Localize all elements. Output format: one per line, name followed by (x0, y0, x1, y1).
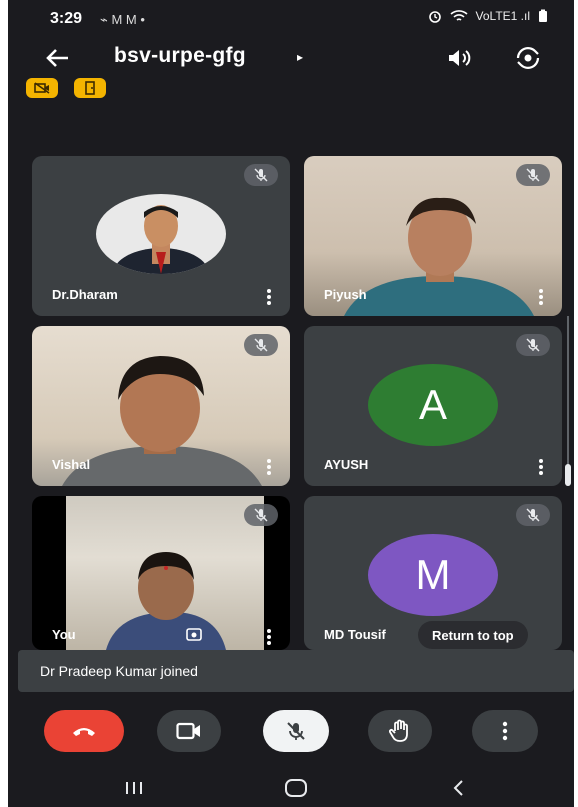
meeting-code[interactable]: bsv-urpe-gfg (114, 44, 246, 68)
recents-button[interactable] (114, 776, 154, 800)
battery-icon (539, 9, 547, 22)
participant-name: You (52, 627, 76, 642)
participant-tile[interactable]: Piyush (304, 156, 562, 316)
avatar-letter: M (415, 551, 451, 598)
participant-more-button[interactable] (266, 458, 272, 475)
mic-off-icon (254, 338, 268, 352)
status-notifications: ⌁ M M • (100, 12, 145, 27)
alarm-icon (428, 11, 441, 23)
participant-tile[interactable]: Dr.Dharam (32, 156, 290, 316)
return-to-top-button[interactable]: Return to top (418, 621, 528, 649)
call-controls (8, 700, 574, 762)
participant-letter-avatar: M (368, 534, 498, 616)
mic-off-icon (254, 508, 268, 522)
recents-icon (126, 782, 142, 794)
wifi-icon (449, 10, 468, 21)
participant-name: Dr.Dharam (52, 287, 118, 302)
participant-more-button[interactable] (538, 288, 544, 305)
camera-off-badge[interactable] (26, 78, 58, 98)
participant-tile[interactable]: Vishal (32, 326, 290, 486)
mic-off-icon (287, 722, 305, 740)
meeting-header: bsv-urpe-gfg ▸ (8, 38, 574, 78)
door-badge-icon (85, 81, 95, 95)
participant-more-button[interactable] (538, 458, 544, 475)
mic-off-badge (244, 504, 278, 526)
grid-scrollbar[interactable] (565, 316, 571, 486)
camera-icon (176, 722, 200, 740)
mic-off-icon (254, 168, 268, 182)
end-call-button[interactable] (44, 710, 124, 752)
mic-off-icon (526, 168, 540, 182)
mic-off-badge (244, 164, 278, 186)
raise-hand-button[interactable] (368, 710, 432, 752)
network-label: VoLTE1 .ıl (475, 9, 530, 23)
speaker-icon (449, 50, 471, 66)
self-video (66, 496, 264, 650)
mic-off-icon (526, 338, 540, 352)
back-nav-button[interactable] (438, 776, 478, 800)
camera-toggle-button[interactable] (157, 710, 221, 752)
camera-off-badge-icon (34, 82, 50, 94)
participant-more-button[interactable] (266, 628, 272, 645)
mic-off-badge (244, 334, 278, 356)
participant-tile[interactable]: You (32, 496, 290, 650)
mic-off-badge (516, 504, 550, 526)
raise-hand-icon (389, 719, 408, 742)
join-notification-text: Dr Pradeep Kumar joined (40, 663, 198, 679)
status-icons: VoLTE1 .ıl (428, 9, 548, 23)
participant-name: AYUSH (324, 457, 369, 472)
participant-photo-avatar (96, 194, 226, 274)
scrollbar-thumb[interactable] (565, 464, 571, 486)
participant-name: Vishal (52, 457, 91, 472)
more-options-button[interactable] (472, 710, 538, 752)
back-button[interactable] (42, 44, 74, 72)
join-notification: Dr Pradeep Kumar joined (18, 650, 574, 692)
back-arrow-icon (46, 49, 68, 67)
meeting-status-badges (26, 78, 106, 98)
meeting-info-caret-icon[interactable]: ▸ (297, 50, 303, 64)
switch-camera-icon (516, 47, 540, 69)
mic-off-icon (526, 508, 540, 522)
home-icon (285, 779, 307, 797)
door-badge[interactable] (74, 78, 106, 98)
status-bar: 3:29 ⌁ M M • VoLTE1 .ıl (8, 0, 574, 34)
phone-screen: 3:29 ⌁ M M • VoLTE1 .ıl bsv-urpe-gfg ▸ D… (8, 0, 574, 807)
participant-tile[interactable]: A AYUSH (304, 326, 562, 486)
participant-name: Piyush (324, 287, 367, 302)
camera-effects-icon[interactable] (186, 626, 204, 642)
participant-more-button[interactable] (266, 288, 272, 305)
speaker-button[interactable] (444, 44, 474, 72)
participant-name: MD Tousif (324, 627, 386, 642)
avatar-letter: A (418, 381, 447, 428)
participant-letter-avatar: A (368, 364, 498, 446)
switch-camera-button[interactable] (512, 43, 544, 73)
microphone-toggle-button[interactable] (263, 710, 329, 752)
mic-off-badge (516, 164, 550, 186)
home-button[interactable] (276, 776, 316, 800)
end-call-icon (73, 728, 95, 736)
back-nav-icon (453, 780, 463, 796)
status-time: 3:29 (50, 10, 83, 27)
system-navigation-bar (8, 768, 574, 807)
more-vert-icon (502, 721, 508, 741)
mic-off-badge (516, 334, 550, 356)
